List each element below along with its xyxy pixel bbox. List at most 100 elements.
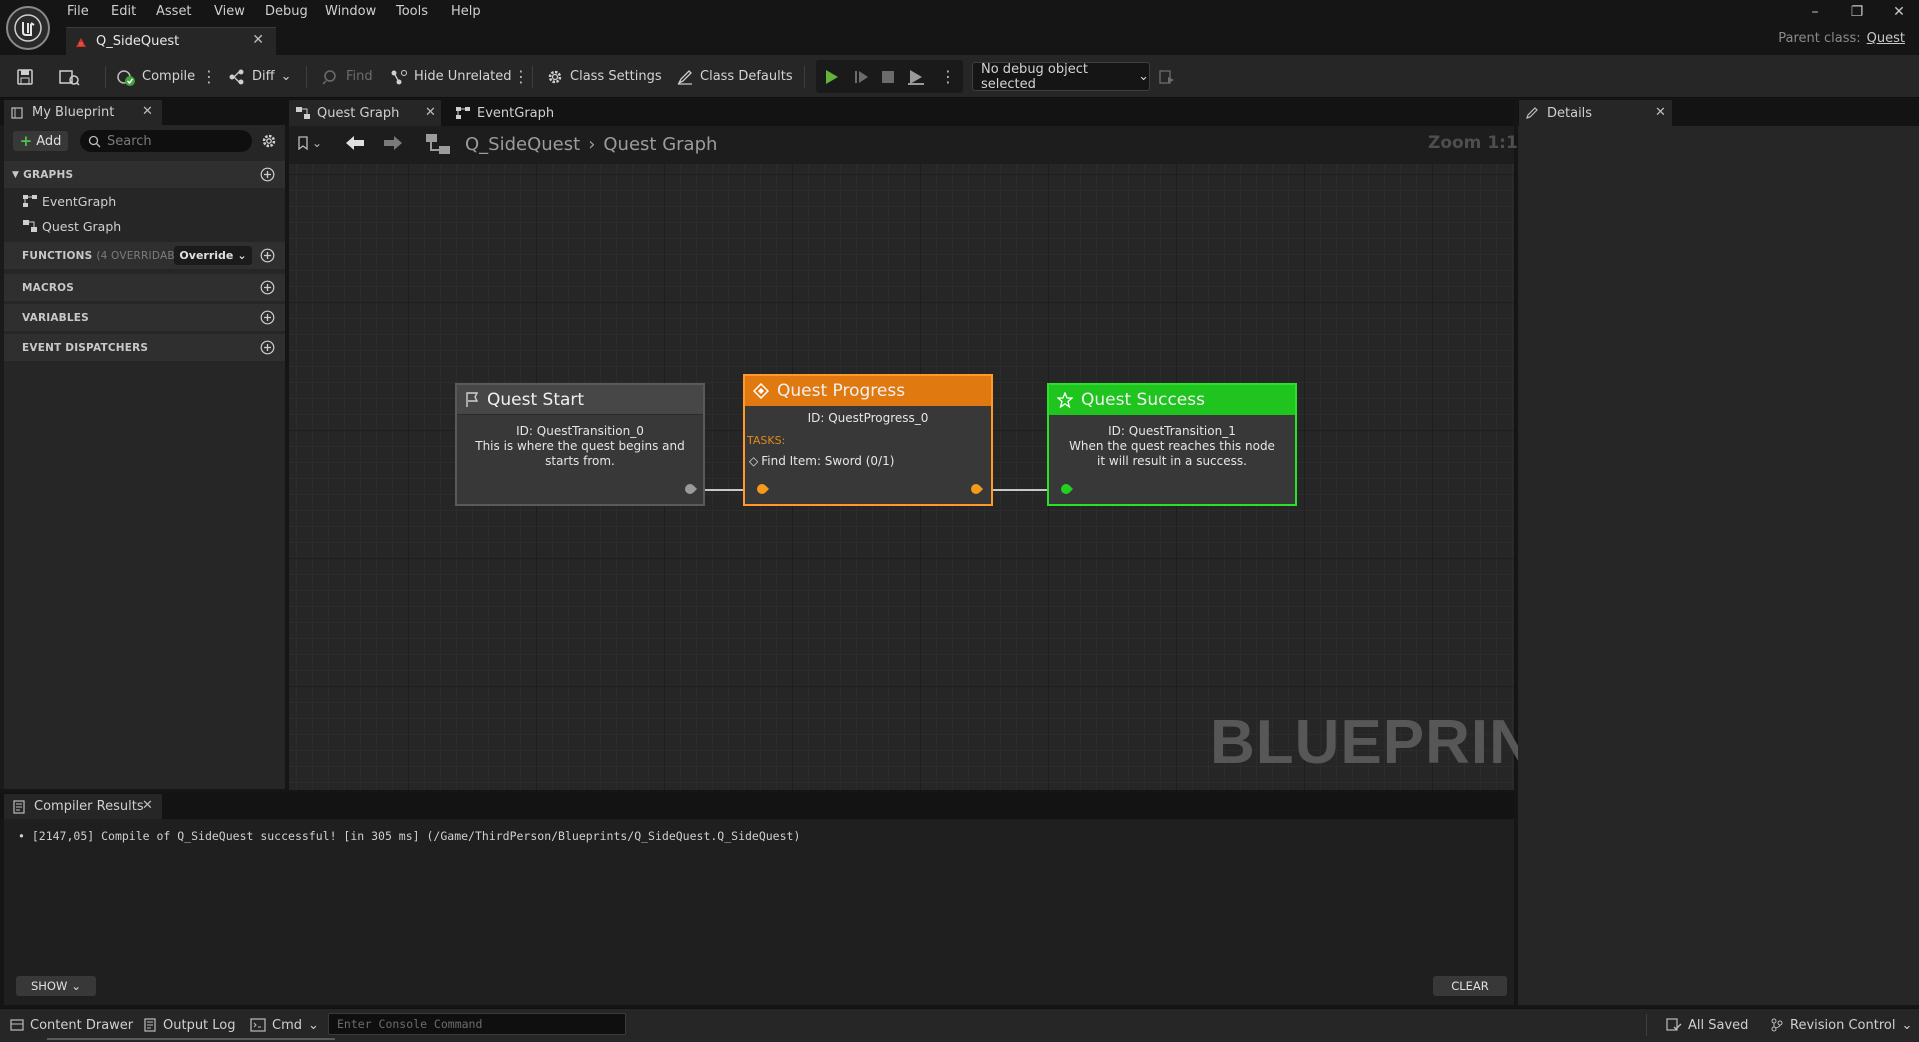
- play-icon[interactable]: [822, 55, 840, 98]
- find-label: Find: [346, 69, 373, 84]
- class-settings-label: Class Settings: [570, 69, 662, 84]
- cmd-label: Cmd: [272, 1017, 302, 1033]
- forward-arrow-icon[interactable]: [382, 134, 404, 152]
- menu-help[interactable]: Help: [451, 3, 481, 21]
- compile-options-icon[interactable]: ⋮: [201, 55, 217, 98]
- revision-control-dropdown[interactable]: Revision Control ⌄: [1770, 1008, 1912, 1042]
- asset-tab[interactable]: Q_SideQuest ✕: [66, 27, 276, 55]
- tab-eventgraph[interactable]: EventGraph: [445, 100, 585, 126]
- add-button[interactable]: + Add: [13, 131, 68, 151]
- node-quest-start[interactable]: Quest Start ID: QuestTransition_0 This i…: [455, 383, 705, 506]
- output-pin[interactable]: [971, 483, 983, 495]
- close-icon[interactable]: ✕: [142, 104, 153, 119]
- breadcrumb-root[interactable]: Q_SideQuest: [465, 134, 580, 155]
- show-button[interactable]: SHOW ⌄: [16, 976, 96, 996]
- compile-button[interactable]: Compile: [116, 55, 195, 98]
- diff-button[interactable]: Diff ⌄: [228, 55, 292, 98]
- tab-compiler-results[interactable]: Compiler Results ✕: [4, 794, 162, 819]
- add-variable-icon[interactable]: [260, 310, 275, 325]
- restore-icon[interactable]: ❐: [1842, 2, 1872, 22]
- menu-edit[interactable]: Edit: [111, 3, 136, 21]
- debug-object-select[interactable]: No debug object selected ⌄: [972, 62, 1150, 92]
- node-quest-success[interactable]: Quest Success ID: QuestTransition_1 When…: [1047, 383, 1297, 506]
- section-event-dispatchers[interactable]: EVENT DISPATCHERS: [4, 334, 285, 361]
- menu-tools[interactable]: Tools: [396, 3, 428, 21]
- tab-details[interactable]: Details ✕: [1519, 100, 1672, 126]
- stop-icon[interactable]: [880, 55, 896, 98]
- menu-asset[interactable]: Asset: [156, 3, 192, 21]
- debug-filter-icon[interactable]: [1158, 55, 1176, 98]
- node-description-line: When the quest reaches this node: [1069, 439, 1275, 453]
- node-title: Quest Start: [487, 389, 585, 410]
- menu-window[interactable]: Window: [325, 3, 376, 21]
- console-input[interactable]: Enter Console Command: [328, 1013, 626, 1035]
- close-icon[interactable]: ✕: [252, 32, 264, 48]
- override-dropdown[interactable]: Override ⌄: [174, 246, 252, 265]
- toolbar-separator: [532, 66, 533, 88]
- settings-gear-icon[interactable]: [260, 132, 278, 150]
- clear-button[interactable]: CLEAR: [1433, 976, 1507, 996]
- chevron-down-icon: ⌄: [1901, 1017, 1913, 1033]
- input-pin[interactable]: [757, 483, 769, 495]
- more-options-icon[interactable]: ⋮: [513, 55, 529, 98]
- section-graphs-label: GRAPHS: [23, 168, 74, 181]
- bullet-icon: •: [18, 829, 32, 843]
- close-icon[interactable]: ✕: [425, 105, 436, 120]
- input-pin[interactable]: [1061, 483, 1073, 495]
- terminal-icon: [250, 1018, 266, 1032]
- flag-icon: [465, 391, 479, 408]
- node-title: Quest Progress: [777, 381, 906, 401]
- class-settings-button[interactable]: Class Settings: [546, 55, 662, 98]
- section-macros[interactable]: MACROS: [4, 274, 285, 301]
- breadcrumb-current[interactable]: Quest Graph: [603, 134, 717, 155]
- class-defaults-button[interactable]: Class Defaults: [676, 55, 793, 98]
- node-body: ID: QuestTransition_1 When the quest rea…: [1049, 415, 1295, 469]
- plus-icon: +: [19, 132, 33, 150]
- add-function-icon[interactable]: [260, 248, 275, 263]
- close-icon[interactable]: ✕: [142, 798, 153, 813]
- output-log-button[interactable]: Output Log: [143, 1008, 236, 1042]
- all-saved-button[interactable]: All Saved: [1666, 1008, 1748, 1042]
- save-icon[interactable]: [16, 55, 34, 98]
- compile-result-text: [2147,05] Compile of Q_SideQuest success…: [31, 829, 801, 843]
- advance-frame-icon[interactable]: [852, 55, 870, 98]
- output-pin[interactable]: [685, 483, 697, 495]
- tab-quest-graph[interactable]: Quest Graph ✕: [289, 100, 441, 126]
- graph-item-eventgraph[interactable]: EventGraph: [22, 191, 116, 211]
- back-arrow-icon[interactable]: [344, 134, 366, 152]
- window-close-icon[interactable]: ✕: [1884, 2, 1914, 22]
- menu-debug[interactable]: Debug: [265, 3, 308, 21]
- menu-file[interactable]: File: [67, 3, 89, 21]
- find-button[interactable]: Find: [322, 55, 373, 98]
- simulate-icon[interactable]: [906, 55, 926, 98]
- cmd-dropdown[interactable]: Cmd ⌄: [250, 1008, 319, 1042]
- tasks-label: TASKS:: [747, 434, 786, 447]
- play-options-icon[interactable]: ⋮: [940, 55, 956, 98]
- compile-check-icon: [116, 67, 136, 87]
- node-quest-progress[interactable]: Quest Progress ID: QuestProgress_0 TASKS…: [743, 374, 993, 506]
- parent-class-link[interactable]: Quest: [1867, 31, 1905, 46]
- parent-class-label: Parent class:: [1778, 31, 1861, 46]
- status-separator: [1646, 1014, 1647, 1036]
- section-event-dispatchers-label: EVENT DISPATCHERS: [22, 341, 149, 354]
- add-macro-icon[interactable]: [260, 280, 275, 295]
- tab-my-blueprint[interactable]: My Blueprint ✕: [4, 100, 162, 125]
- search-input[interactable]: Search: [80, 130, 252, 152]
- pencil-icon: [1525, 106, 1539, 120]
- show-label: SHOW: [30, 979, 68, 993]
- content-drawer-label: Content Drawer: [30, 1017, 134, 1033]
- section-variables[interactable]: VARIABLES: [4, 304, 285, 331]
- compile-result-line[interactable]: • [2147,05] Compile of Q_SideQuest succe…: [18, 829, 800, 843]
- add-event-dispatcher-icon[interactable]: [260, 340, 275, 355]
- menu-view[interactable]: View: [214, 3, 245, 21]
- bookmark-dropdown[interactable]: ⌄: [296, 135, 322, 151]
- add-graph-icon[interactable]: [260, 167, 275, 182]
- content-drawer-button[interactable]: Content Drawer: [10, 1008, 133, 1042]
- close-icon[interactable]: ✕: [1655, 105, 1666, 120]
- minimize-icon[interactable]: –: [1800, 2, 1830, 22]
- hide-unrelated-button[interactable]: Hide Unrelated: [390, 55, 512, 98]
- graph-item-quest-graph[interactable]: Quest Graph: [22, 216, 121, 236]
- unreal-logo-icon[interactable]: [6, 6, 50, 50]
- browse-icon[interactable]: [58, 55, 80, 98]
- section-graphs[interactable]: ▼ GRAPHS: [4, 161, 285, 188]
